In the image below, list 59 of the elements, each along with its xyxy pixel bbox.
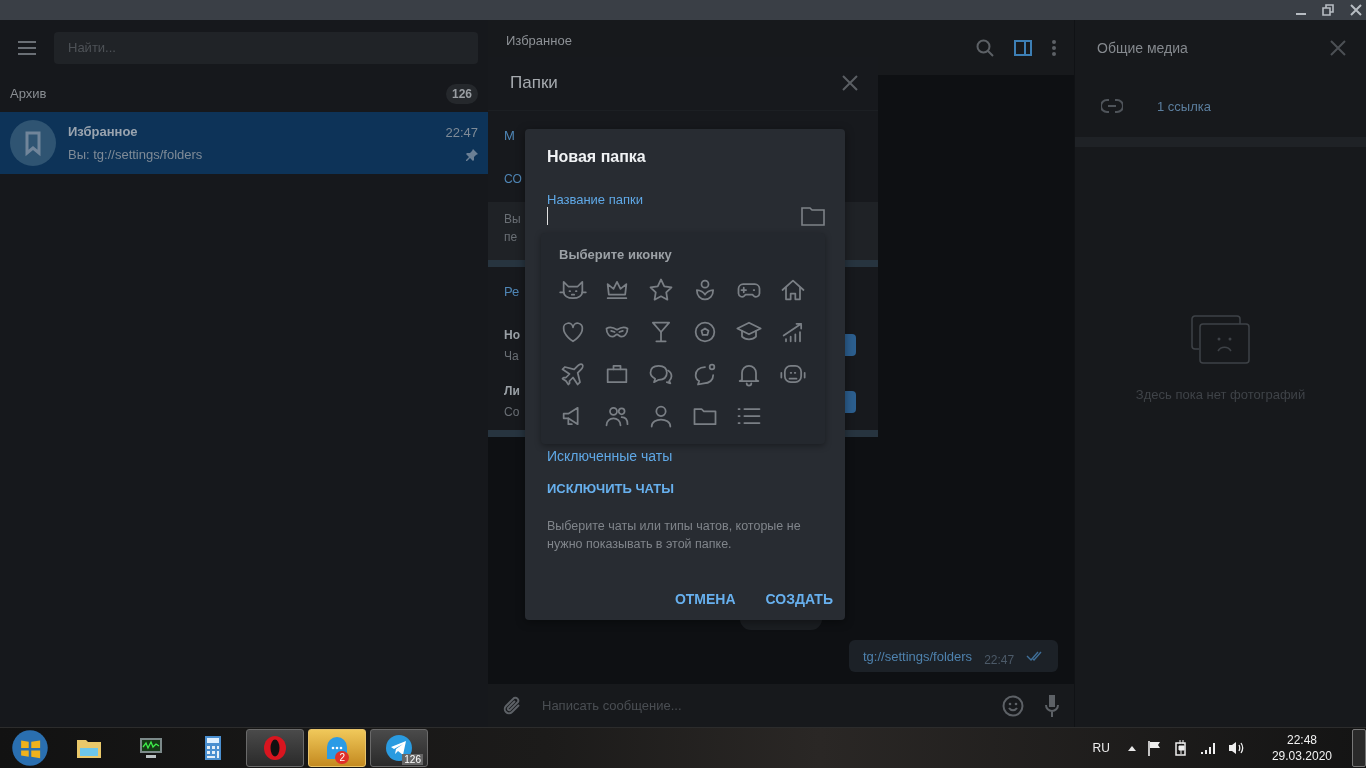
- search-icon[interactable]: [976, 38, 994, 57]
- folder-info: Ча: [504, 348, 520, 363]
- microphone-icon[interactable]: [1044, 693, 1060, 718]
- dialog-title: Новая папка: [547, 148, 647, 166]
- note-text: Вы: [504, 212, 521, 227]
- message-time: 22:47: [984, 653, 1015, 667]
- message-link[interactable]: tg://settings/folders: [863, 648, 973, 664]
- language-indicator[interactable]: RU: [1092, 741, 1110, 755]
- sidebar-toggle-icon[interactable]: [1014, 39, 1032, 56]
- hint-text: Выберите чаты или типы чатов, которые не нужно показывать в этой папке.: [547, 518, 802, 553]
- star-icon[interactable]: [647, 276, 675, 304]
- chat-preview: Вы: tg://settings/folders: [68, 147, 204, 162]
- flag-icon[interactable]: [1147, 740, 1162, 756]
- start-orb-icon: [11, 729, 49, 767]
- close-icon[interactable]: [842, 75, 858, 92]
- chat-time: 22:47: [445, 125, 478, 140]
- section-heading: Исключенные чаты: [547, 448, 674, 464]
- more-icon[interactable]: [1052, 39, 1056, 56]
- unread-count: 126: [402, 754, 423, 765]
- paperclip-icon[interactable]: [502, 694, 522, 717]
- section-heading: М: [504, 128, 515, 144]
- clock-time[interactable]: 22:48: [1286, 733, 1317, 747]
- chat-item[interactable]: Избранное Вы: tg://settings/folders 22:47: [0, 112, 488, 174]
- count-badge: 126: [445, 83, 478, 104]
- signal-icon[interactable]: [1199, 742, 1216, 754]
- speaker-icon[interactable]: [1227, 741, 1244, 755]
- restore-icon[interactable]: [1322, 4, 1334, 16]
- panel-title: Общие медиа: [1097, 39, 1188, 56]
- links-count[interactable]: 1 ссылка: [1157, 98, 1211, 114]
- clock-date[interactable]: 29.03.2020: [1271, 749, 1332, 763]
- note-text: пе: [504, 230, 518, 245]
- folder-info: Со: [504, 405, 520, 420]
- field-label: Название папки: [547, 192, 644, 207]
- exclude-chats-button[interactable]: ИСКЛЮЧИТЬ ЧАТЫ: [547, 481, 825, 496]
- panel-title: Папки: [510, 73, 558, 94]
- notification-badge: 2: [335, 751, 349, 764]
- create-button[interactable]: СОЗДАТЬ: [759, 585, 839, 613]
- chat-title: Избранное: [506, 33, 573, 48]
- folder-icon[interactable]: [801, 206, 825, 226]
- archive-label[interactable]: Архив: [10, 86, 47, 101]
- show-desktop-button[interactable]: [1352, 729, 1366, 767]
- airplane-icon[interactable]: [559, 360, 587, 388]
- menu-icon[interactable]: [18, 40, 36, 55]
- panel-action[interactable]: СО: [504, 172, 522, 187]
- power-plug-icon[interactable]: [1173, 740, 1188, 756]
- chat-name: Избранное: [68, 124, 139, 139]
- close-icon[interactable]: [1350, 4, 1362, 16]
- picker-title: Выберите иконку: [559, 247, 672, 262]
- link-icon: [1101, 99, 1123, 113]
- cancel-button[interactable]: ОТМЕНА: [668, 585, 742, 613]
- caret-up-icon[interactable]: [1127, 745, 1136, 751]
- folder-name: Но: [504, 327, 520, 342]
- taskbar-button[interactable]: 2: [308, 729, 366, 767]
- section-heading: Ре: [504, 284, 520, 300]
- folder-name: Ли: [504, 384, 520, 399]
- smiley-icon[interactable]: [1002, 694, 1024, 717]
- sad-photos-icon: [1190, 315, 1251, 365]
- taskbar-button[interactable]: 126: [370, 729, 428, 767]
- bookmark-avatar-icon: [10, 120, 56, 166]
